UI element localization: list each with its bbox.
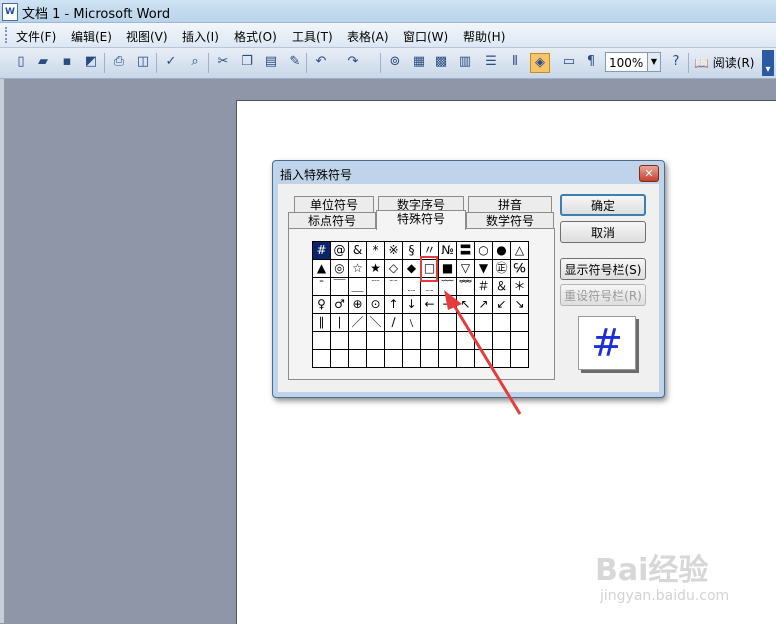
annotation-arrow (444, 290, 522, 415)
baidu-watermark-url: jingyan.baidu.com (600, 588, 730, 604)
tab-special-symbols[interactable]: 特殊符号 (376, 210, 466, 230)
baidu-watermark-logo: Bai经验 (595, 553, 709, 588)
